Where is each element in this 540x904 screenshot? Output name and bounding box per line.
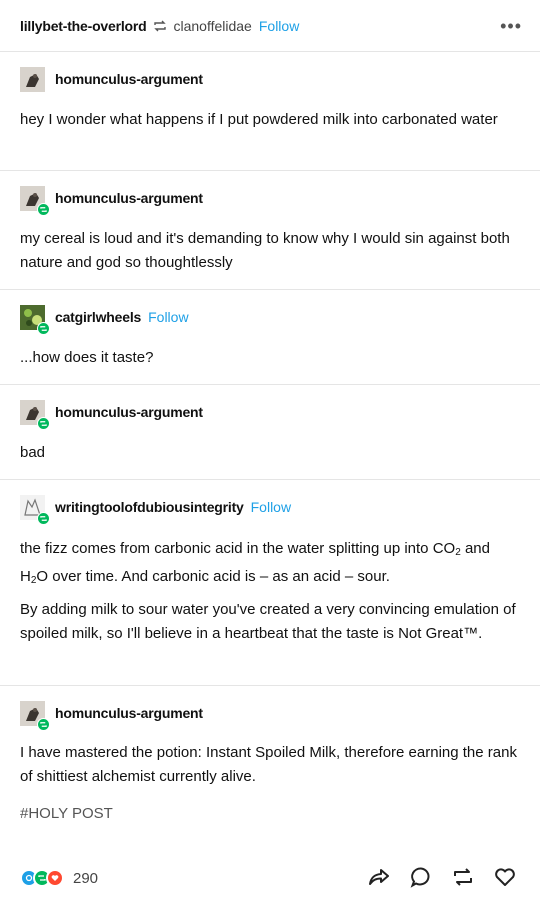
follow-button[interactable]: Follow xyxy=(259,18,299,34)
avatar[interactable] xyxy=(20,494,50,525)
reblog-badge-icon xyxy=(37,416,50,430)
entry-text: my cereal is loud and it's demanding to … xyxy=(20,230,510,271)
entry-header: homunculus-argument xyxy=(20,66,203,92)
like-note-icon xyxy=(46,869,64,887)
reblog-badge-icon xyxy=(37,511,50,525)
reblog-entry: homunculus-argument my cereal is loud an… xyxy=(0,171,540,290)
entry-paragraph: By adding milk to sour water you've crea… xyxy=(20,601,516,642)
avatar[interactable] xyxy=(20,399,50,430)
entry-text: bad xyxy=(20,444,46,461)
entry-paragraph: the fizz comes from carbonic acid in the… xyxy=(20,537,520,593)
entry-text: O over time. And carbonic acid is – as a… xyxy=(36,568,390,585)
entry-username[interactable]: homunculus-argument xyxy=(55,404,203,420)
source-username[interactable]: clanoffelidae xyxy=(173,18,251,34)
reblog-entry: writingtoolofdubiousintegrity Follow the… xyxy=(0,480,540,686)
reply-icon[interactable] xyxy=(408,864,434,890)
notes-count[interactable]: 290 xyxy=(73,870,98,887)
entry-header: homunculus-argument xyxy=(20,700,203,731)
avatar[interactable] xyxy=(20,304,50,335)
reblog-entry: homunculus-argument I have mastered the … xyxy=(0,686,540,852)
like-icon[interactable] xyxy=(492,864,518,890)
entry-header: writingtoolofdubiousintegrity Follow xyxy=(20,494,291,525)
reblog-small-icon xyxy=(153,19,167,33)
notes-icons[interactable] xyxy=(20,869,64,887)
follow-button[interactable]: Follow xyxy=(251,499,291,515)
reblog-icon[interactable] xyxy=(450,864,476,890)
entry-username[interactable]: homunculus-argument xyxy=(55,190,203,206)
follow-button[interactable]: Follow xyxy=(148,309,188,325)
avatar[interactable] xyxy=(20,66,45,92)
reblogger-username[interactable]: lillybet-the-overlord xyxy=(20,18,147,34)
reblog-badge-icon xyxy=(37,202,50,216)
reblog-entry: catgirlwheels Follow ...how does it tast… xyxy=(0,290,540,385)
entry-header: homunculus-argument xyxy=(20,399,203,430)
entry-username[interactable]: writingtoolofdubiousintegrity xyxy=(55,499,244,515)
entry-text: hey I wonder what happens if I put powde… xyxy=(20,111,498,128)
entry-text: I have mastered the potion: Instant Spoi… xyxy=(20,744,517,785)
post-footer: 290 xyxy=(0,852,540,904)
reblog-badge-icon xyxy=(37,717,50,731)
entry-username[interactable]: homunculus-argument xyxy=(55,71,203,87)
entry-header: catgirlwheels Follow xyxy=(20,304,189,335)
subscript: 2 xyxy=(455,547,461,558)
entry-text: the fizz comes from carbonic acid in the… xyxy=(20,540,456,557)
reblog-badge-icon xyxy=(37,321,50,335)
post-header: lillybet-the-overlord clanoffelidae Foll… xyxy=(0,0,540,52)
reblog-entry: homunculus-argument bad xyxy=(0,385,540,480)
entry-text: ...how does it taste? xyxy=(20,349,154,366)
share-icon[interactable] xyxy=(366,864,392,890)
entry-header: homunculus-argument xyxy=(20,185,203,216)
entry-username[interactable]: homunculus-argument xyxy=(55,705,203,721)
entry-username[interactable]: catgirlwheels xyxy=(55,309,141,325)
post-tag[interactable]: #HOLY POST xyxy=(20,805,113,822)
avatar[interactable] xyxy=(20,700,50,731)
avatar[interactable] xyxy=(20,185,50,216)
more-options-icon[interactable]: ••• xyxy=(500,16,522,37)
post-actions xyxy=(366,864,518,890)
reblog-entry: homunculus-argument hey I wonder what ha… xyxy=(0,52,540,171)
